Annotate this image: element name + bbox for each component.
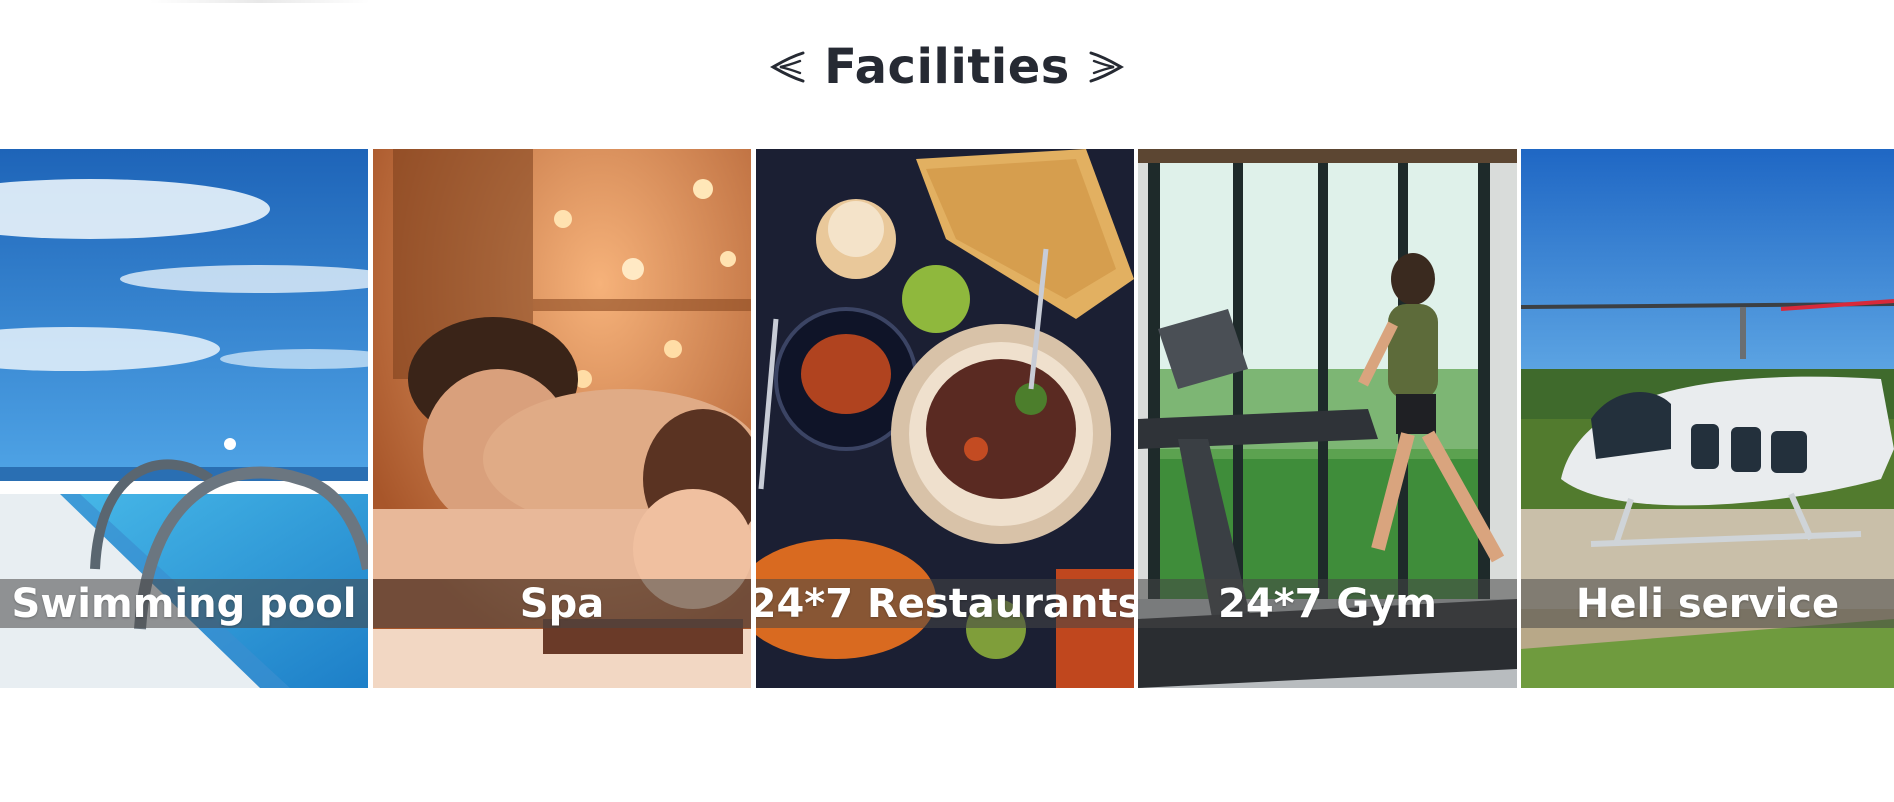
caption-band: 24*7 Gym bbox=[1138, 579, 1517, 628]
caption-band: Spa bbox=[373, 579, 751, 628]
facility-card-restaurants[interactable]: 24*7 Restaurants bbox=[756, 149, 1134, 688]
section-heading: Facilities bbox=[0, 34, 1894, 100]
top-divider-fragment bbox=[150, 0, 370, 3]
caption-band: Swimming pool bbox=[0, 579, 368, 628]
facility-label: 24*7 Restaurants bbox=[756, 580, 1134, 627]
right-swash-icon bbox=[1089, 51, 1124, 83]
facility-label: Swimming pool bbox=[11, 580, 357, 627]
facilities-section: Facilities Swimming pool Spa 24*7 Restau… bbox=[0, 0, 1894, 802]
caption-band: Heli service bbox=[1521, 579, 1894, 628]
caption-band: 24*7 Restaurants bbox=[756, 579, 1134, 628]
facilities-gallery: Swimming pool Spa 24*7 Restaurants 24*7 … bbox=[0, 149, 1894, 688]
facility-label: Spa bbox=[519, 580, 605, 627]
page-title: Facilities bbox=[824, 39, 1070, 95]
left-swash-icon bbox=[770, 51, 805, 83]
facility-label: Heli service bbox=[1575, 580, 1840, 627]
facility-card-gym[interactable]: 24*7 Gym bbox=[1138, 149, 1517, 688]
facility-label: 24*7 Gym bbox=[1218, 580, 1437, 627]
facility-card-heli-service[interactable]: Heli service bbox=[1521, 149, 1894, 688]
facility-card-spa[interactable]: Spa bbox=[373, 149, 751, 688]
facility-card-swimming-pool[interactable]: Swimming pool bbox=[0, 149, 368, 688]
